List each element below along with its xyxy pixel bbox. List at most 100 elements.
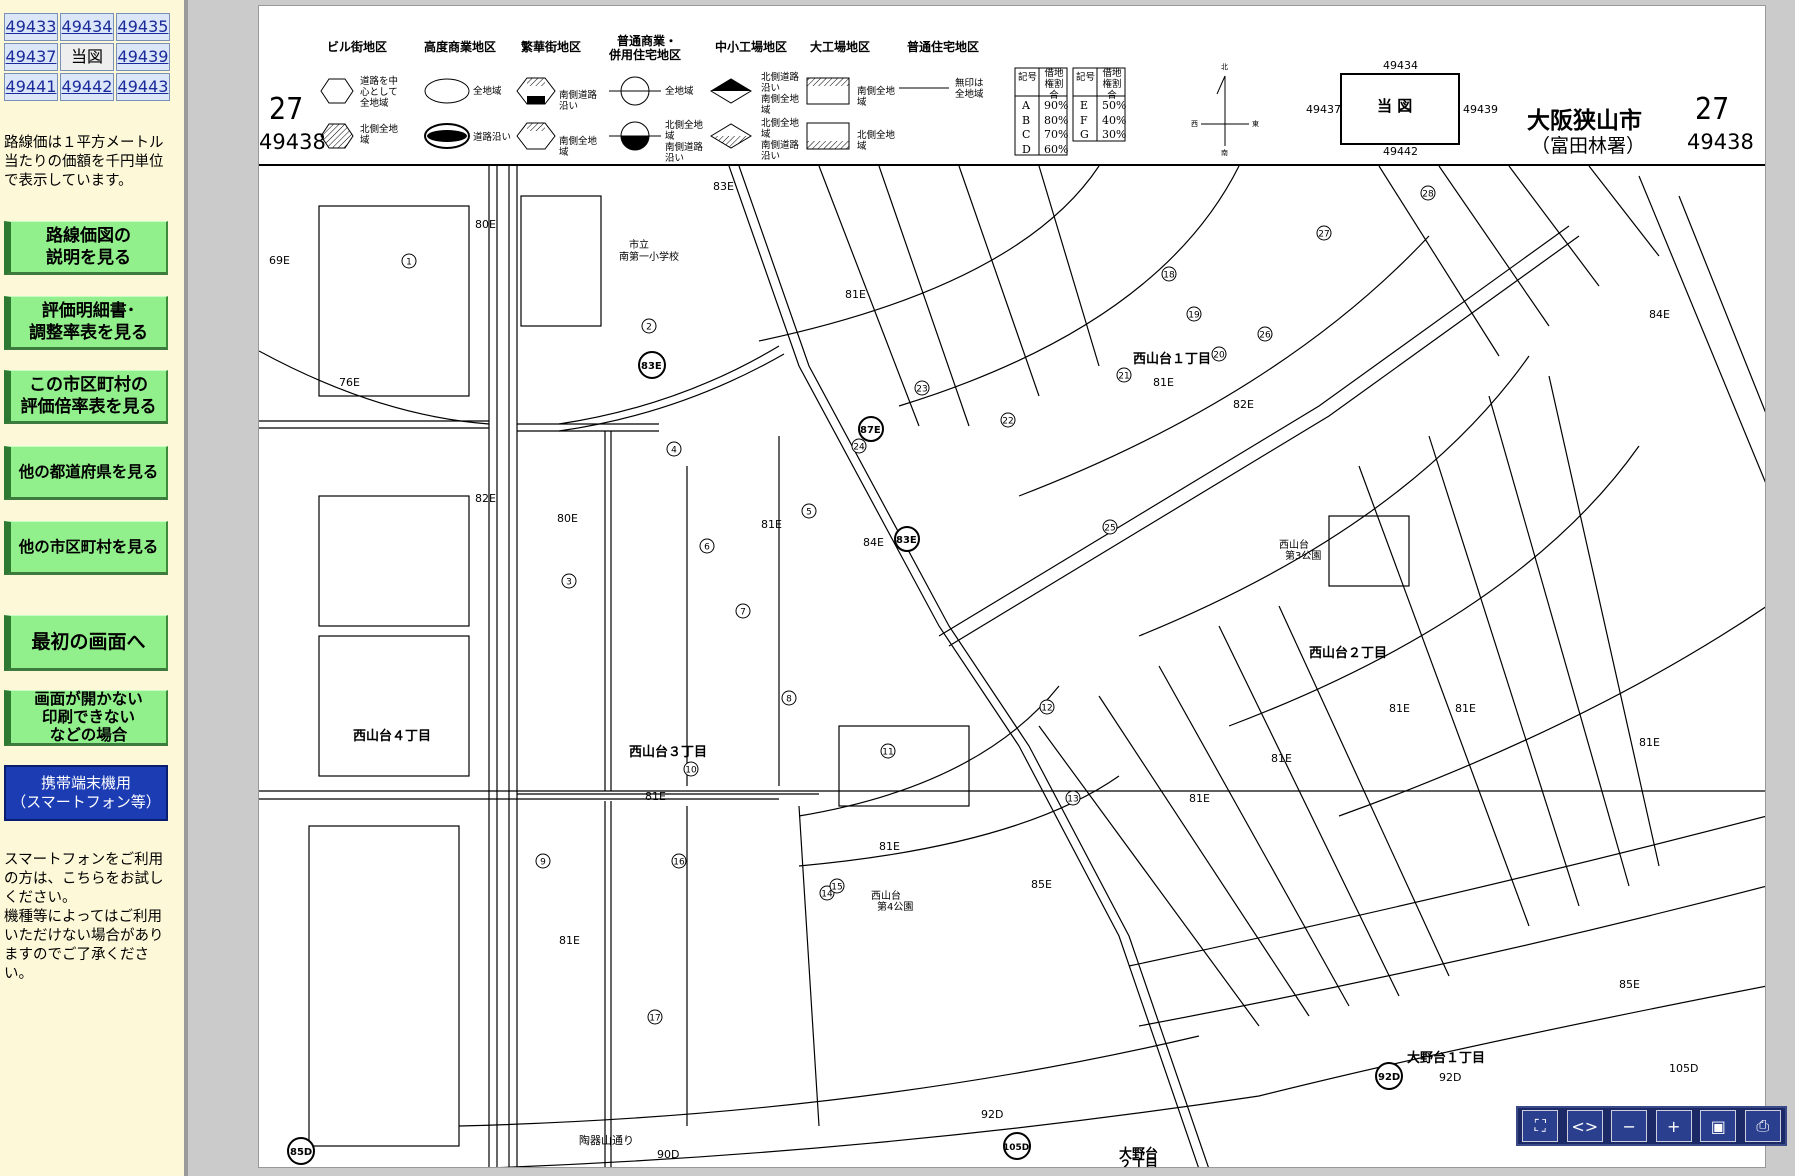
- sheet-link-49435[interactable]: 49435: [116, 13, 170, 41]
- block-number: 16: [673, 858, 685, 868]
- lease-code: A: [1022, 99, 1030, 112]
- district-label: 西山台３丁目: [629, 744, 707, 760]
- block-number: 13: [1067, 795, 1078, 805]
- lease-code: B: [1022, 113, 1031, 127]
- sheet-no-left: 49438: [259, 130, 326, 154]
- sheet-link-49443[interactable]: 49443: [116, 73, 170, 101]
- lease-codes-left: A B C D: [1022, 99, 1031, 157]
- route-price-marker: 83E: [641, 361, 662, 372]
- view-multiplier-table-button[interactable]: この市区町村の 評価倍率表を見る: [4, 370, 168, 424]
- sheet-link-49434[interactable]: 49434: [60, 13, 114, 41]
- legend-note: 南側全地 域: [559, 136, 597, 158]
- route-price: 105D: [1669, 1062, 1698, 1075]
- other-prefectures-button[interactable]: 他の都道府県を見る: [4, 446, 168, 500]
- block-number: 15: [831, 883, 842, 893]
- sheet-link-49437[interactable]: 49437: [4, 43, 58, 71]
- smartphone-note: スマートフォンをご利用 の方は、こちらをお試し ください。 機種等によってはご利…: [4, 851, 174, 984]
- legend-note-line: 域: [857, 141, 867, 152]
- legend-note-line: 北側全地: [857, 130, 896, 141]
- route-price: 82E: [475, 492, 496, 505]
- lease-code: D: [1022, 142, 1031, 156]
- save-icon[interactable]: ▣: [1700, 1110, 1737, 1142]
- index-top: 49434: [1383, 59, 1418, 72]
- block-number: 20: [1213, 351, 1225, 361]
- button-label: 印刷できない: [41, 708, 135, 726]
- route-price: 76E: [339, 376, 360, 389]
- legend-note-line: 域: [761, 105, 771, 116]
- button-label: などの場合: [49, 726, 128, 744]
- block-number: 10: [685, 766, 697, 776]
- route-price: 81E: [1271, 752, 1292, 765]
- block-number: 12: [1041, 704, 1052, 714]
- block-number: 9: [540, 858, 546, 868]
- route-price: 90D: [657, 1148, 679, 1161]
- city-name: 大阪狭山市: [1527, 108, 1642, 134]
- zoom-out-icon[interactable]: −: [1611, 1110, 1648, 1142]
- legend-note-line: 域: [857, 97, 867, 108]
- legend-note-line: 沿い: [559, 101, 579, 112]
- route-price: 85E: [1031, 878, 1052, 891]
- smartphone-note-line: の方は、こちらをお試し: [4, 871, 164, 887]
- smartphone-note-line: スマートフォンをご利用: [4, 852, 164, 868]
- button-label: この市区町村の: [29, 375, 148, 395]
- current-sheet-label: 当図: [60, 43, 114, 71]
- legend-note: 南側道路 沿い: [559, 90, 597, 112]
- route-price: 81E: [1153, 376, 1174, 389]
- route-price-marker: 85D: [290, 1147, 312, 1158]
- print-icon[interactable]: ⎙: [1744, 1110, 1781, 1142]
- legend-note-line: 全地域: [955, 89, 984, 100]
- high-commercial-symbol: [424, 78, 470, 104]
- block-number: 7: [740, 608, 746, 618]
- route-price: 80E: [557, 512, 578, 525]
- pref-code-left: 27: [269, 92, 304, 127]
- button-label: 路線価図の: [46, 226, 131, 246]
- route-price: 81E: [1639, 736, 1660, 749]
- block-number: 23: [916, 385, 927, 395]
- route-price: 81E: [1455, 702, 1476, 715]
- block-number: 6: [704, 543, 710, 553]
- street-map[interactable]: 西山台１丁目 西山台２丁目 西山台３丁目 西山台４丁目 大野台１丁目 大野台 ２…: [259, 166, 1766, 1168]
- view-map-explanation-button[interactable]: 路線価図の 説明を見る: [4, 221, 168, 275]
- lease-ratios-left: 90% 80% 70% 60%: [1044, 99, 1068, 157]
- route-price: 81E: [559, 934, 580, 947]
- legend-note-line: 域: [761, 129, 771, 140]
- mobile-version-button[interactable]: 携帯端末機用 （スマートフォン等）: [4, 765, 168, 821]
- route-price: 81E: [1389, 702, 1410, 715]
- route-price-marker: 83E: [896, 535, 917, 546]
- legend-note-line: 沿い: [665, 153, 685, 164]
- other-municipalities-button[interactable]: 他の市区町村を見る: [4, 521, 168, 575]
- lease-header-ratio: 借地権割合: [1044, 68, 1064, 101]
- smartphone-note-line: いただけない場合があり: [4, 928, 164, 944]
- sheet-link-49441[interactable]: 49441: [4, 73, 58, 101]
- sheet-link-49433[interactable]: 49433: [4, 13, 58, 41]
- button-label: 画面が開かない: [34, 690, 143, 708]
- zoom-in-icon[interactable]: +: [1655, 1110, 1692, 1142]
- sheet-link-49442[interactable]: 49442: [60, 73, 114, 101]
- facility-label: 南第一小学校: [619, 250, 679, 263]
- legend-note: 北側道路 沿い 南側全地 域: [761, 72, 799, 116]
- sheet-link-49439[interactable]: 49439: [116, 43, 170, 71]
- bldg-center-symbol: [320, 78, 354, 104]
- route-price-map-sheet[interactable]: ビル街地区 高度商業地区 繁華街地区 普通商業・ 併用住宅地区 中小工場地区 大…: [258, 5, 1766, 1168]
- fit-width-icon[interactable]: <>: [1566, 1110, 1603, 1142]
- block-number: 18: [1163, 271, 1175, 281]
- legend-note-line: 道路を中: [360, 76, 399, 87]
- view-valuation-sheet-button[interactable]: 評価明細書･ 調整率表を見る: [4, 296, 168, 350]
- legend-note: 北側全地 域 南側道路 沿い: [665, 120, 703, 164]
- home-button[interactable]: 最初の画面へ: [4, 615, 168, 671]
- legend-note: 北側全地 域: [857, 130, 895, 152]
- facility-label: 西山台: [1279, 538, 1309, 551]
- lease-ratios-right: 50% 40% 30%: [1102, 99, 1126, 143]
- route-price: 83E: [713, 180, 734, 193]
- legend-note-line: 域: [559, 147, 569, 158]
- fit-screen-icon[interactable]: ⛶: [1522, 1110, 1559, 1142]
- legend-note-line: 北側全地: [360, 124, 399, 135]
- facility-label: 第4公園: [877, 900, 913, 913]
- district-label: 西山台２丁目: [1309, 645, 1387, 661]
- sheet-no-right: 49438: [1687, 130, 1754, 154]
- troubleshooting-button[interactable]: 画面が開かない 印刷できない などの場合: [4, 690, 168, 746]
- button-label: 他の市区町村を見る: [18, 538, 159, 556]
- lease-ratio: 90%: [1044, 99, 1069, 112]
- button-label: 評価明細書･: [41, 301, 136, 321]
- block-number: 25: [1104, 524, 1115, 534]
